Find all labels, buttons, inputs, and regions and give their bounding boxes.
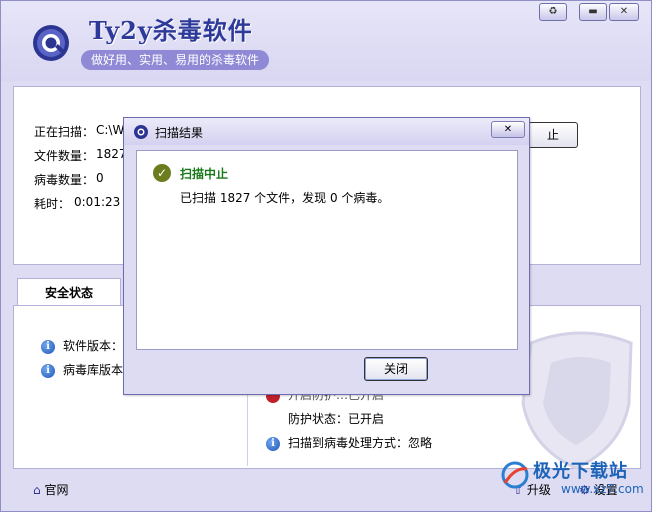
dialog-close-action-button[interactable]: 关闭: [364, 357, 428, 381]
app-slogan: 做好用、实用、易用的杀毒软件: [81, 50, 270, 70]
dialog-close-button[interactable]: ✕: [491, 121, 525, 138]
app-title: Ty2y杀毒软件: [89, 16, 253, 45]
scan-result-dialog: 扫描结果 ✕ ✓ 扫描中止 已扫描 1827 个文件，发现 0 个病毒。 关闭: [123, 117, 530, 395]
file-count-row: 文件数量： 1827: [34, 147, 127, 164]
virus-count-value: 0: [96, 171, 104, 185]
protection-state-text: 防护状态：已开启: [288, 412, 385, 426]
file-count-value: 1827: [96, 147, 127, 161]
watermark-name: 极光下载站: [533, 461, 628, 482]
elapsed-value: 0:01:23: [74, 195, 121, 209]
info-icon: i: [266, 436, 280, 451]
scan-path-label: 正在扫描：: [34, 125, 95, 139]
dialog-titlebar: 扫描结果 ✕: [124, 118, 529, 145]
virus-handling-row: i 扫描到病毒处理方式：忽略: [266, 434, 432, 451]
recycle-icon: ♻: [548, 6, 558, 17]
minimize-icon: ▬: [588, 6, 598, 17]
scan-path-row: 正在扫描： C:\W: [34, 123, 124, 140]
protection-state-row: 防护状态：已开启: [288, 410, 384, 427]
info-icon: i: [41, 339, 55, 354]
dialog-app-icon: [134, 125, 148, 139]
dialog-title: 扫描结果: [155, 126, 204, 140]
elapsed-label: 耗时：: [34, 197, 71, 211]
watermark-url: www.xz7.com: [561, 482, 644, 496]
stop-scan-button[interactable]: 止: [528, 122, 578, 148]
app-header: Ty2y杀毒软件 做好用、实用、易用的杀毒软件 ♻ ▬ ✕: [1, 1, 651, 81]
close-button[interactable]: ✕: [609, 3, 639, 21]
info-icon: i: [41, 363, 55, 378]
close-icon: ✕: [503, 124, 513, 135]
virus-count-label: 病毒数量：: [34, 173, 95, 187]
home-icon: ⌂: [33, 483, 41, 497]
app-logo-icon: [33, 25, 69, 61]
software-version-label: 软件版本：: [63, 339, 124, 353]
close-icon: ✕: [619, 6, 629, 17]
success-check-icon: ✓: [153, 164, 171, 182]
home-link[interactable]: ⌂ 官网: [33, 481, 68, 498]
skin-button[interactable]: ♻: [539, 3, 567, 21]
dialog-body: ✓ 扫描中止 已扫描 1827 个文件，发现 0 个病毒。: [136, 150, 518, 350]
tab-security-status[interactable]: 安全状态: [17, 278, 121, 307]
watermark-logo-icon: [501, 461, 529, 489]
site-watermark: 极光下载站 www.xz7.com: [501, 455, 649, 509]
minimize-button[interactable]: ▬: [579, 3, 607, 21]
scan-path-value: C:\W: [96, 123, 125, 137]
file-count-label: 文件数量：: [34, 149, 95, 163]
virus-db-row: i 病毒库版本: [41, 361, 123, 378]
dialog-heading: 扫描中止: [180, 167, 229, 181]
elapsed-row: 耗时： 0:01:23: [34, 195, 120, 212]
home-link-label: 官网: [44, 483, 69, 497]
virus-handling-text: 扫描到病毒处理方式：忽略: [288, 436, 433, 450]
dialog-message: 已扫描 1827 个文件，发现 0 个病毒。: [180, 191, 390, 205]
virus-count-row: 病毒数量： 0: [34, 171, 104, 188]
software-version-row: i 软件版本：: [41, 337, 123, 354]
shield-watermark-icon: [521, 331, 633, 470]
virus-db-label: 病毒库版本: [63, 363, 124, 377]
